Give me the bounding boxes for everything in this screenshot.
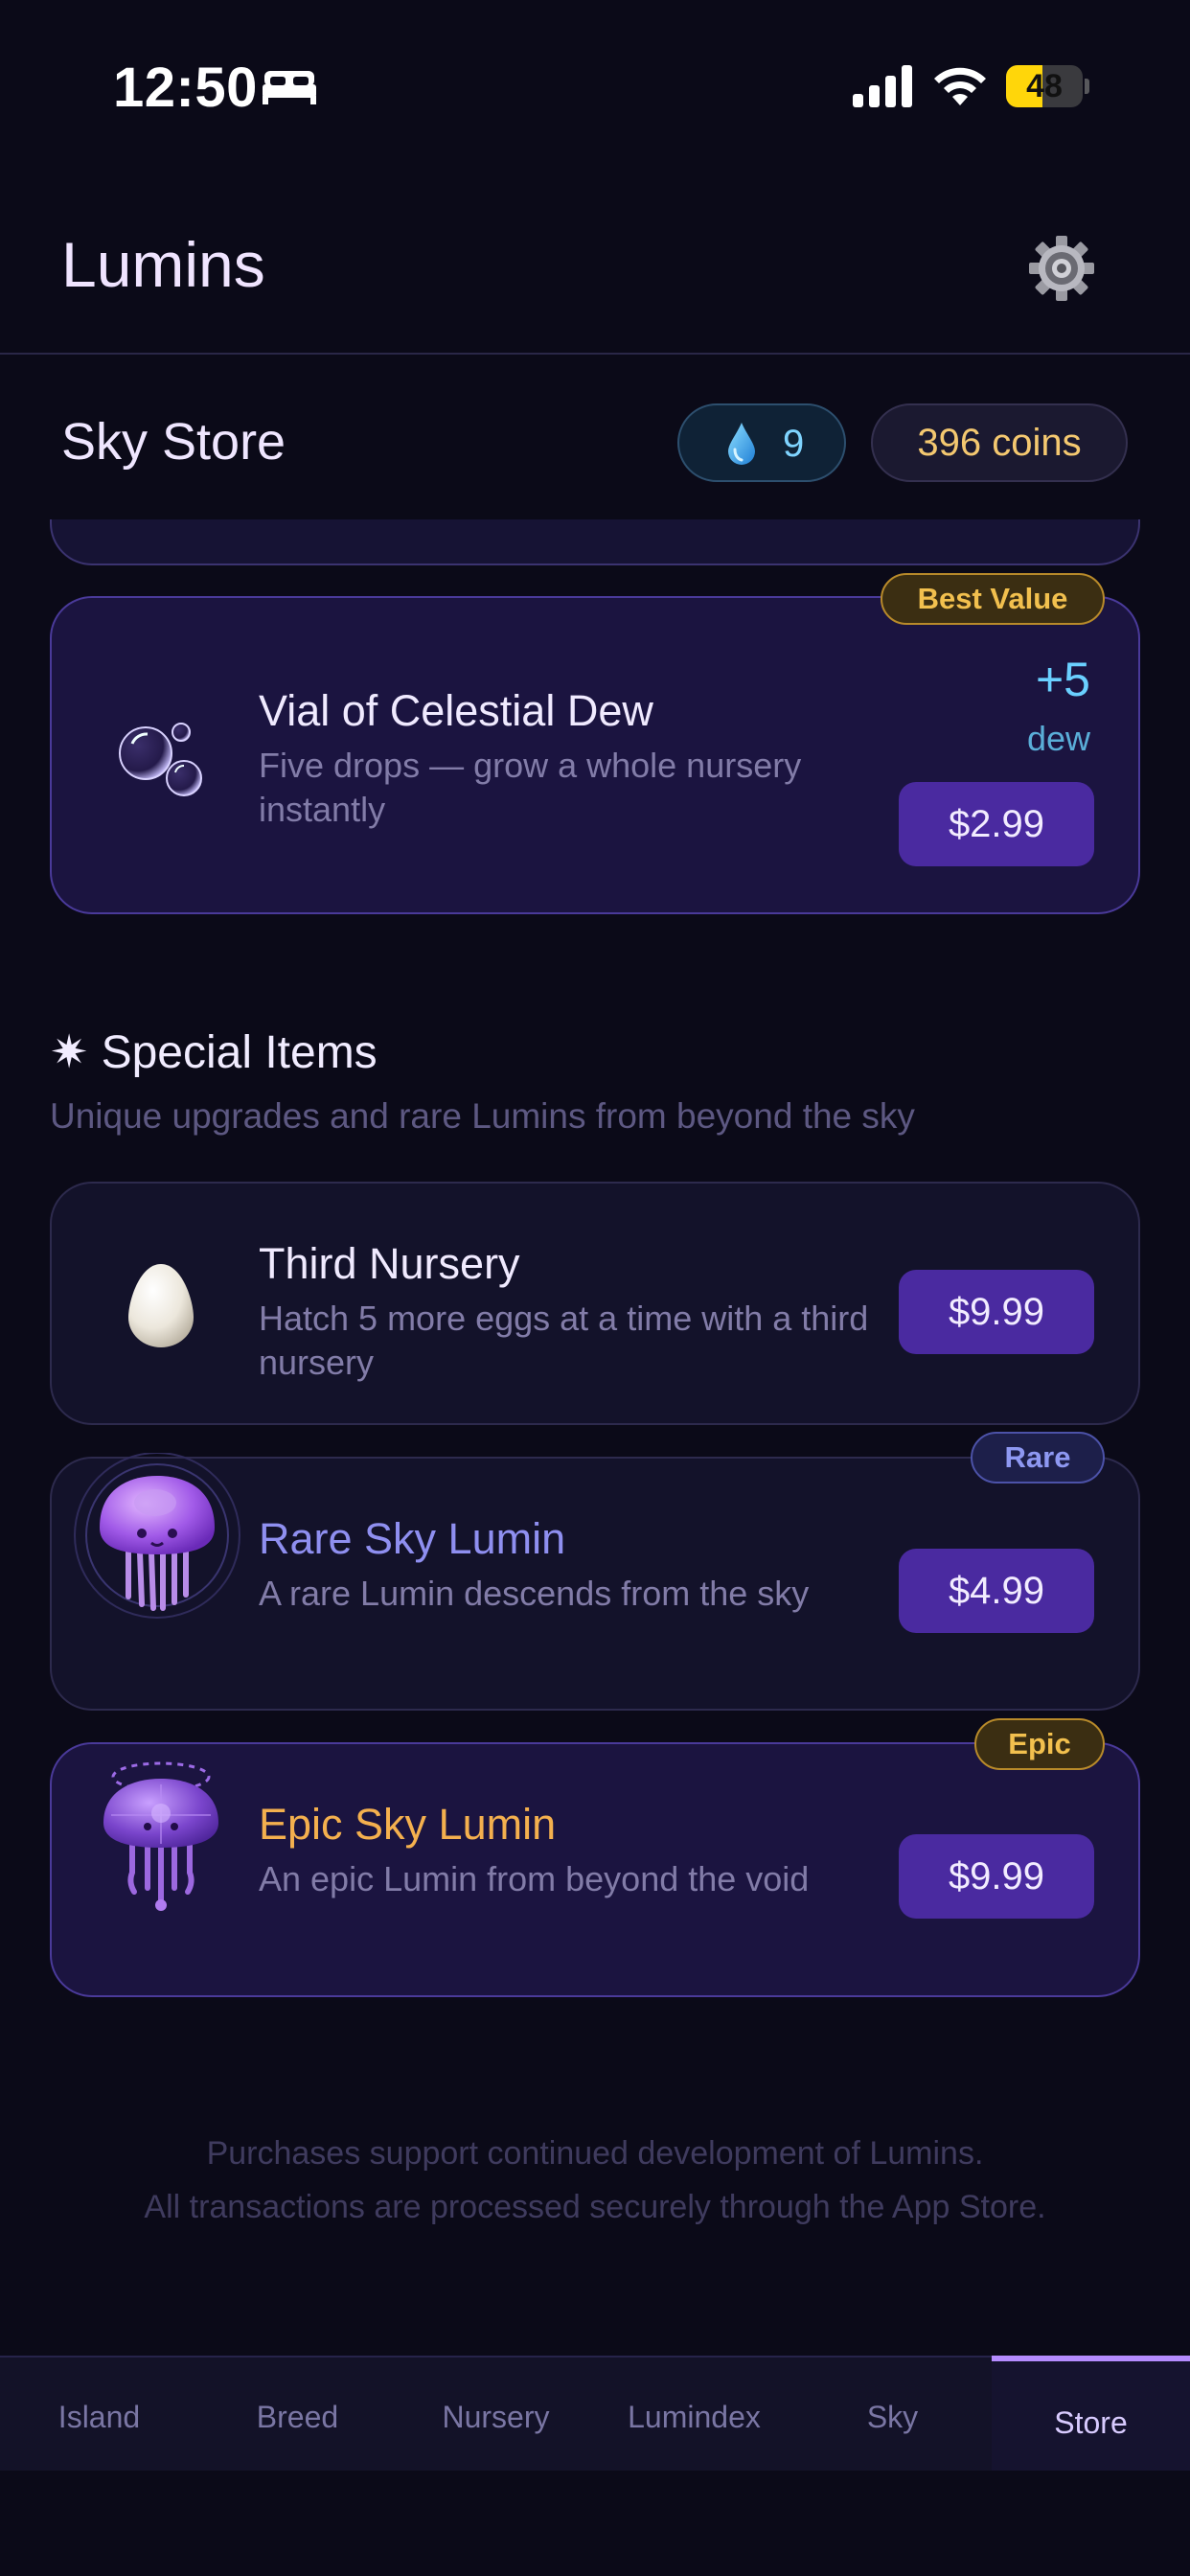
footer-note-line-2: All transactions are processed securely … [144,2189,1046,2225]
dew-balance: 9 [677,403,846,482]
epic-jellyfish-icon [103,1761,218,1911]
header-divider [0,353,1190,355]
signal-icon [853,65,912,107]
buy-third-nursery-button[interactable]: $9.99 [899,1270,1094,1354]
tab-label: Breed [256,2400,339,2434]
wifi-icon [934,67,986,105]
item-description: A rare Lumin descends from the sky [259,1574,810,1613]
tab-nursery[interactable]: Nursery [397,2358,595,2471]
tab-label: Sky [866,2400,919,2434]
active-tab-indicator [992,2356,1190,2361]
rare-badge: Rare [971,1432,1105,1484]
sleep-icon [263,71,316,104]
item-title: Third Nursery [259,1239,520,1288]
gear-icon[interactable] [1023,230,1100,307]
epic-sky-lumin-card[interactable]: Epic Sky Lumin An epic Lumin from beyond… [50,1742,1140,1997]
special-items-heading: ✷ Special Items [50,1025,378,1079]
tab-sky[interactable]: Sky [793,2358,992,2471]
third-nursery-card[interactable]: Third Nursery Hatch 5 more eggs at a tim… [50,1182,1140,1425]
dew-count: 9 [783,423,805,465]
sparkle-icon: ✷ [50,1027,89,1078]
item-description: Five drops — grow a whole nursery instan… [259,746,802,829]
footer-note-line-1: Purchases support continued development … [206,2135,984,2172]
bottom-tab-bar: Island Breed Nursery Lumindex Sky Store [0,2356,1190,2471]
special-items-subtitle: Unique upgrades and rare Lumins from bey… [50,1096,915,1136]
special-items-title: Special Items [101,1027,378,1078]
coins-balance: 396 coins [871,403,1128,482]
water-drop-icon [728,423,755,465]
app-title: Lumins [61,229,265,300]
buy-epic-lumin-button[interactable]: $9.99 [899,1834,1094,1919]
battery-icon: 48 [1006,65,1089,107]
dew-item-card[interactable]: Vial of Celestial Dew Five drops — grow … [50,596,1140,914]
status-time: 12:50 [113,57,258,119]
tab-label: Nursery [442,2400,550,2434]
battery-level: 48 [1026,68,1063,104]
tab-breed[interactable]: Breed [198,2358,397,2471]
tab-label: Lumindex [628,2400,761,2434]
egg-icon [128,1264,194,1347]
rare-sky-lumin-card[interactable]: Rare Sky Lumin A rare Lumin descends fro… [50,1453,1140,1711]
dew-unit: dew [1026,719,1090,758]
item-title: Epic Sky Lumin [259,1800,557,1849]
tab-label: Island [57,2400,141,2434]
bubbles-icon [119,723,202,796]
item-title: Rare Sky Lumin [259,1514,566,1563]
tab-store[interactable]: Store [992,2356,1190,2471]
store-title: Sky Store [61,413,286,471]
item-description: An epic Lumin from beyond the void [259,1859,810,1898]
buy-rare-lumin-button[interactable]: $4.99 [899,1549,1094,1633]
buy-dew-button[interactable]: $2.99 [899,782,1094,866]
tab-lumindex[interactable]: Lumindex [595,2358,793,2471]
item-description: Hatch 5 more eggs at a time with a third… [259,1299,869,1382]
dew-amount: +5 [1035,653,1090,706]
item-title: Vial of Celestial Dew [259,686,653,735]
epic-badge: Epic [974,1718,1105,1770]
tab-label: Store [1054,2405,1128,2440]
tab-island[interactable]: Island [0,2358,198,2471]
rare-jellyfish-icon [74,1453,240,1619]
best-value-badge: Best Value [881,573,1105,625]
